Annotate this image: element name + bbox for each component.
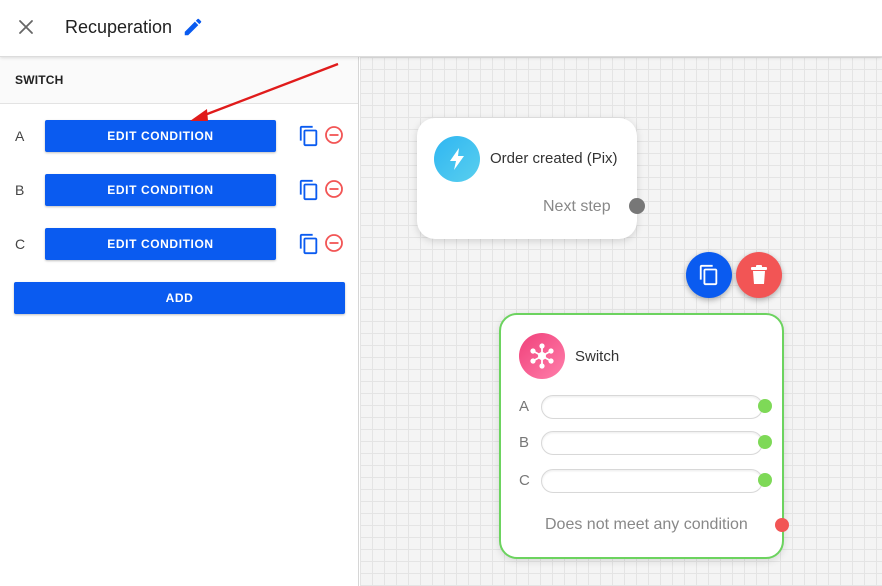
node-condition-letter: C xyxy=(519,472,530,489)
trigger-node-label: Order created (Pix) xyxy=(490,150,618,167)
no-match-port[interactable] xyxy=(775,518,789,532)
remove-condition-c-button[interactable] xyxy=(324,233,344,255)
delete-node-button[interactable] xyxy=(736,252,782,298)
condition-row-c: C EDIT CONDITION xyxy=(0,228,359,260)
edit-condition-c-button[interactable]: EDIT CONDITION xyxy=(45,228,276,260)
top-bar: Recuperation xyxy=(0,0,882,57)
edit-condition-b-button[interactable]: EDIT CONDITION xyxy=(45,174,276,206)
network-hub-icon xyxy=(530,343,554,369)
node-condition-b-field[interactable] xyxy=(541,431,763,455)
close-button[interactable] xyxy=(14,15,38,39)
trigger-icon-badge xyxy=(434,136,480,182)
copy-icon xyxy=(699,264,718,286)
remove-condition-b-button[interactable] xyxy=(324,179,344,201)
switch-config-panel: SWITCH A EDIT CONDITION B EDIT CONDITION xyxy=(0,57,359,586)
add-condition-button[interactable]: ADD xyxy=(14,282,345,314)
copy-icon xyxy=(299,125,318,147)
flow-title: Recuperation xyxy=(65,17,173,37)
lightning-icon xyxy=(450,148,464,170)
panel-header: SWITCH xyxy=(0,57,358,104)
condition-letter: C xyxy=(15,236,26,252)
edit-condition-a-button[interactable]: EDIT CONDITION xyxy=(45,120,276,152)
copy-icon xyxy=(299,233,318,255)
switch-icon-badge xyxy=(519,333,565,379)
condition-a-port[interactable] xyxy=(758,399,772,413)
condition-b-port[interactable] xyxy=(758,435,772,449)
trash-icon xyxy=(751,265,767,284)
duplicate-node-button[interactable] xyxy=(686,252,732,298)
copy-condition-a-button[interactable] xyxy=(298,125,320,147)
trigger-node[interactable]: Order created (Pix) Next step xyxy=(417,118,645,239)
remove-circle-icon xyxy=(325,180,343,198)
switch-node[interactable]: Switch A B C Does not meet any condition xyxy=(499,313,789,559)
close-icon xyxy=(19,20,33,34)
flow-canvas[interactable]: Order created (Pix) Next step Switch A B… xyxy=(360,57,882,586)
edit-title-button[interactable] xyxy=(182,16,204,38)
remove-condition-a-button[interactable] xyxy=(324,125,344,147)
no-match-label: Does not meet any condition xyxy=(545,516,748,533)
condition-letter: B xyxy=(15,182,25,198)
panel-title: SWITCH xyxy=(15,73,64,87)
condition-row-b: B EDIT CONDITION xyxy=(0,174,359,206)
pencil-icon xyxy=(184,18,202,36)
node-condition-letter: A xyxy=(519,398,530,415)
condition-row-a: A EDIT CONDITION xyxy=(0,120,359,152)
condition-letter: A xyxy=(15,128,25,144)
switch-node-label: Switch xyxy=(575,348,620,365)
remove-circle-icon xyxy=(325,234,343,252)
node-condition-letter: B xyxy=(519,434,530,451)
copy-condition-c-button[interactable] xyxy=(298,233,320,255)
remove-circle-icon xyxy=(325,126,343,144)
node-condition-c-field[interactable] xyxy=(541,469,763,493)
next-step-label: Next step xyxy=(543,198,611,215)
condition-c-port[interactable] xyxy=(758,473,772,487)
copy-icon xyxy=(299,179,318,201)
node-condition-a-field[interactable] xyxy=(541,395,763,419)
copy-condition-b-button[interactable] xyxy=(298,179,320,201)
next-step-port[interactable] xyxy=(629,198,645,214)
